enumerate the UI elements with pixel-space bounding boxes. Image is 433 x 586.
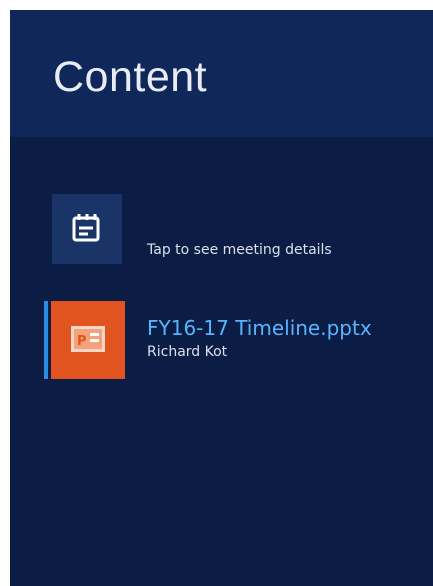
file-name-link[interactable]: FY16-17 Timeline.pptx xyxy=(147,316,372,341)
svg-text:P: P xyxy=(77,334,87,349)
panel-header: Content xyxy=(10,10,433,137)
meeting-details-row[interactable]: Tap to see meeting details xyxy=(52,194,433,264)
file-icon-tile[interactable]: P xyxy=(51,301,125,379)
file-author: Richard Kot xyxy=(147,344,228,360)
meeting-details-icon xyxy=(72,214,100,242)
content-panel: Content Tap to see meeting details P FY1… xyxy=(10,10,433,586)
meeting-details-tile[interactable] xyxy=(52,194,122,264)
panel-title: Content xyxy=(53,53,208,101)
meeting-details-label[interactable]: Tap to see meeting details xyxy=(147,241,332,259)
selection-indicator xyxy=(44,301,48,379)
powerpoint-icon: P xyxy=(71,326,105,352)
file-item[interactable]: P FY16-17 Timeline.pptx Richard Kot xyxy=(44,301,433,379)
